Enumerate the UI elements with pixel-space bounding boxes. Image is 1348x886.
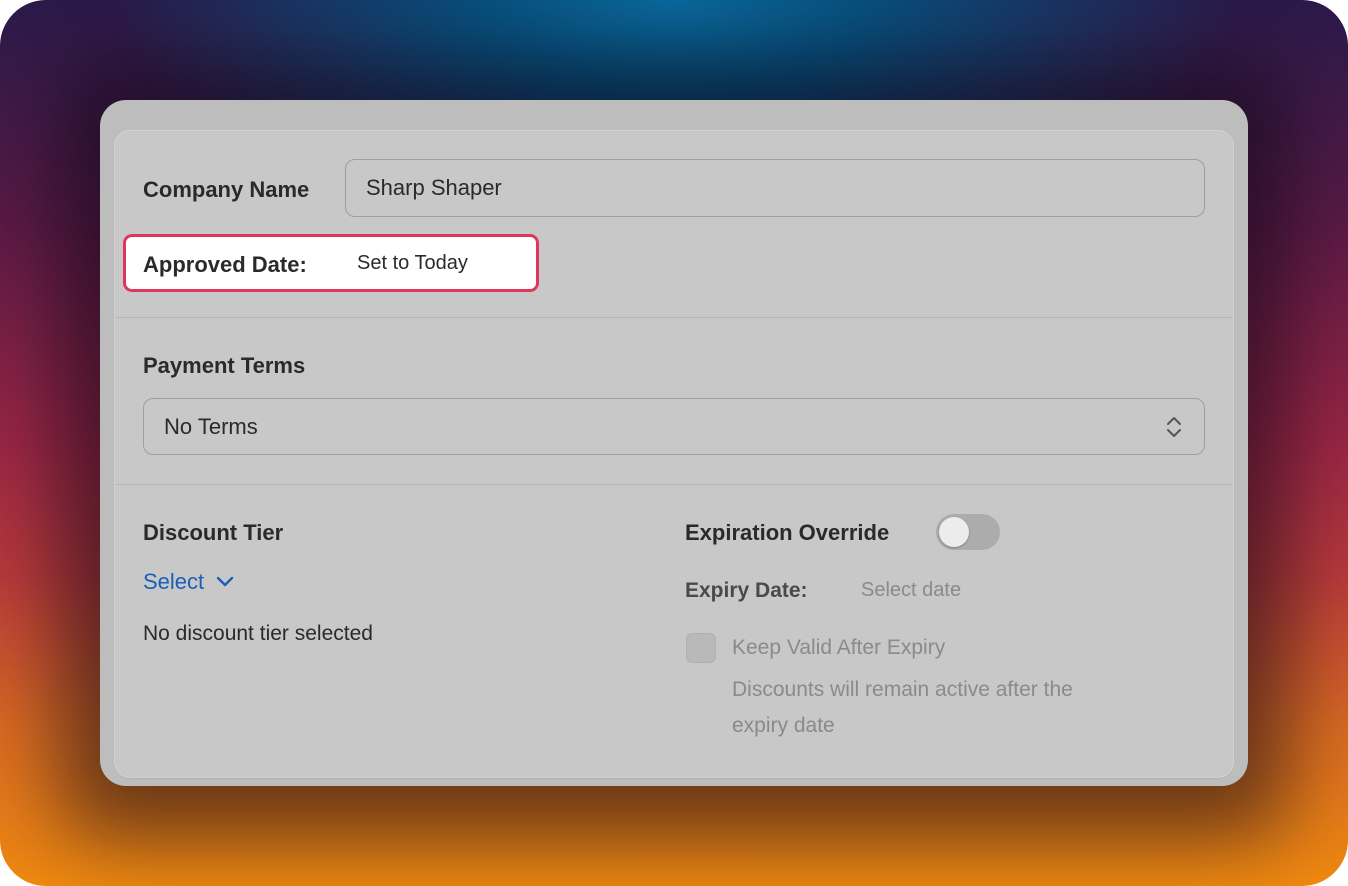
company-name-field[interactable]: Sharp Shaper <box>345 159 1205 217</box>
expiration-override-toggle[interactable] <box>936 514 1000 550</box>
discount-tier-empty-text: No discount tier selected <box>143 622 373 645</box>
company-name-label: Company Name <box>143 177 310 202</box>
expiration-override-label: Expiration Override <box>685 520 890 545</box>
company-name-value: Sharp Shaper <box>366 175 502 200</box>
discount-tier-select[interactable]: Select <box>143 569 234 595</box>
discount-tier-label: Discount Tier <box>143 520 284 545</box>
payment-terms-value: No Terms <box>164 413 258 439</box>
payment-terms-label: Payment Terms <box>143 353 306 378</box>
form-window: Company Name Sharp Shaper Approved Date:… <box>100 100 1248 786</box>
discount-tier-select-label: Select <box>143 569 205 594</box>
form-panel: Company Name Sharp Shaper Approved Date:… <box>114 130 1234 778</box>
keep-valid-label: Keep Valid After Expiry <box>732 636 946 659</box>
keep-valid-help-text: Discounts will remain active after the <box>732 678 1073 701</box>
set-to-today-button[interactable]: Set to Today <box>357 252 468 275</box>
chevron-up-down-icon <box>1167 417 1181 437</box>
approved-date-label: Approved Date: <box>143 252 307 277</box>
chevron-down-icon <box>216 576 234 587</box>
keep-valid-help-text: expiry date <box>732 714 835 737</box>
keep-valid-checkbox[interactable] <box>686 633 716 663</box>
expiry-date-label: Expiry Date: <box>685 579 808 602</box>
section-divider <box>115 484 1233 485</box>
toggle-knob <box>939 517 969 547</box>
payment-terms-select[interactable]: No Terms <box>143 398 1205 455</box>
section-divider <box>115 317 1233 318</box>
expiry-date-picker[interactable]: Select date <box>861 579 961 602</box>
